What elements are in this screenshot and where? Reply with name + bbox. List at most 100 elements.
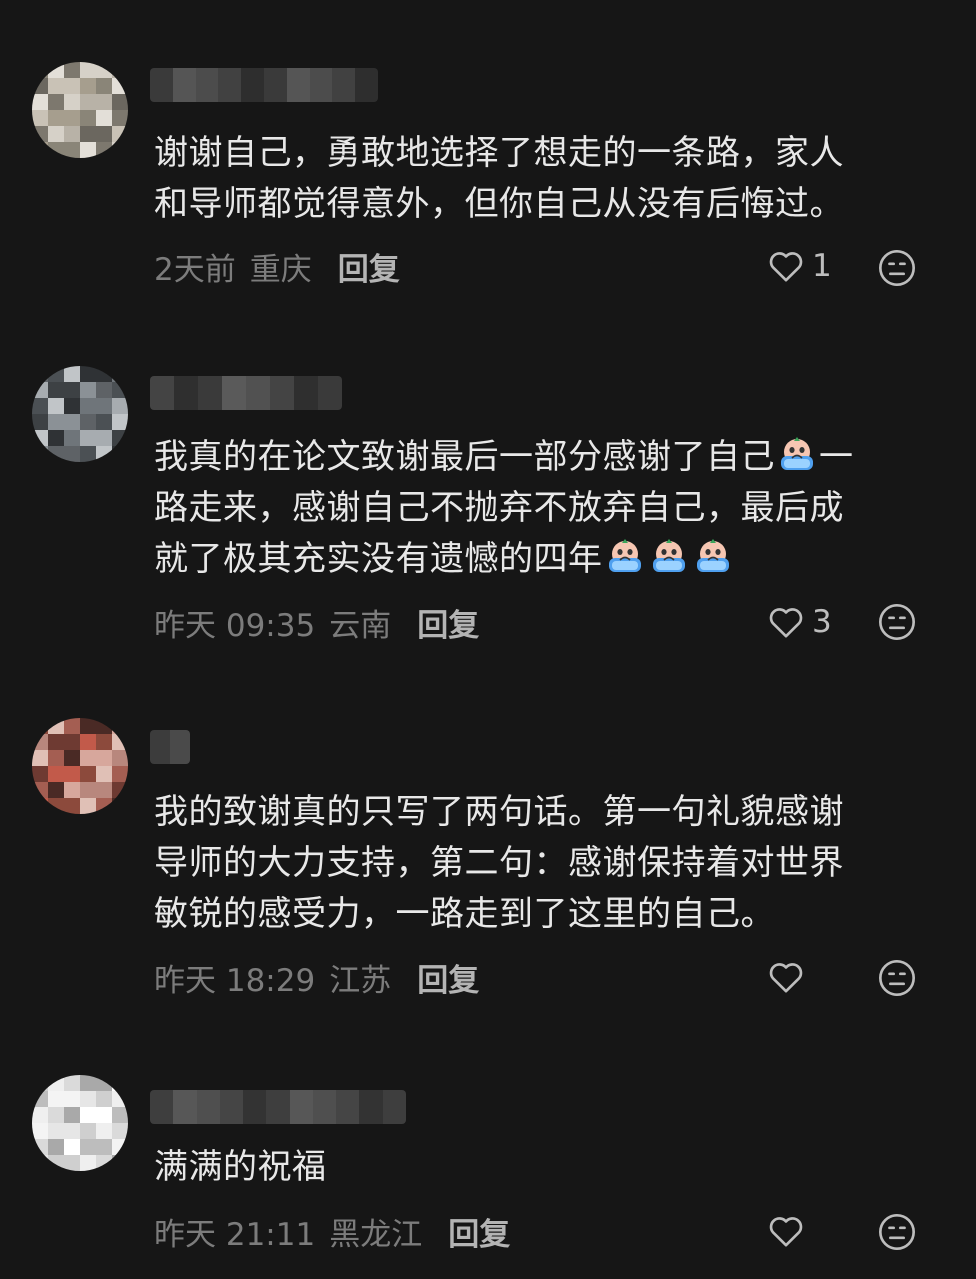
mosaic-cell [112, 382, 128, 398]
mosaic-cell [382, 1090, 406, 1124]
mosaic-cell [48, 718, 64, 734]
meh-face-icon[interactable] [877, 1212, 917, 1252]
mosaic-cell [32, 142, 48, 158]
mosaic-cell [48, 126, 64, 142]
mosaic-cell [96, 446, 112, 462]
mosaic-cell [64, 398, 80, 414]
mosaic-cell [64, 782, 80, 798]
mosaic-cell [80, 62, 96, 78]
mosaic-cell [112, 734, 128, 750]
mosaic-cell [312, 1090, 337, 1124]
mosaic-cell [32, 126, 48, 142]
crying-emoji [652, 539, 685, 572]
mosaic-cell [241, 68, 264, 102]
mosaic-cell [32, 734, 48, 750]
mosaic-cell [64, 1107, 80, 1123]
reply-button[interactable]: 回复 [338, 244, 400, 289]
mosaic-cell [80, 398, 96, 414]
mosaic-cell [80, 366, 96, 382]
comment-meta: 昨天 09:35 云南 回复 [154, 600, 479, 645]
mosaic-cell [48, 78, 64, 94]
reply-button[interactable]: 回复 [417, 600, 479, 645]
comment-time: 昨天 21:11 [154, 1216, 316, 1253]
mosaic-cell [48, 430, 64, 446]
mosaic-cell [80, 798, 96, 814]
comment-location: 黑龙江 [329, 1216, 423, 1253]
mosaic-cell [96, 798, 112, 814]
mosaic-cell [32, 430, 48, 446]
mosaic-cell [64, 734, 80, 750]
username-blurred[interactable] [150, 1090, 406, 1124]
like-button[interactable]: 1 [766, 244, 832, 288]
mosaic-cell [286, 68, 310, 102]
mosaic-cell [112, 1139, 128, 1155]
mosaic-cell [112, 1155, 128, 1171]
meh-face-icon[interactable] [877, 958, 917, 998]
mosaic-cell [336, 1090, 360, 1124]
username-blurred[interactable] [150, 376, 342, 410]
mosaic-cell [48, 62, 64, 78]
mosaic-cell [96, 734, 112, 750]
mosaic-cell [112, 766, 128, 782]
mosaic-cell [96, 750, 112, 766]
avatar[interactable] [32, 1075, 128, 1171]
mosaic-cell [64, 62, 80, 78]
mosaic-cell [64, 430, 80, 446]
mosaic-cell [80, 1139, 96, 1155]
heart-outline-icon [769, 963, 803, 993]
mosaic-cell [289, 1090, 313, 1124]
mosaic-cell [263, 68, 287, 102]
mosaic-cell [173, 1090, 197, 1124]
mosaic-cell [64, 1123, 80, 1139]
mosaic-cell [266, 1090, 290, 1124]
heart-outline-icon [769, 608, 803, 638]
meh-face-icon[interactable] [877, 602, 917, 642]
mosaic-cell [48, 1139, 64, 1155]
comment-meta: 昨天 18:29 江苏 回复 [154, 955, 479, 1000]
like-count: 1 [812, 248, 832, 284]
mosaic-cell [48, 110, 64, 126]
username-blurred[interactable] [150, 68, 378, 102]
mosaic-cell [80, 430, 96, 446]
reply-button[interactable]: 回复 [448, 1209, 510, 1254]
mosaic-cell [112, 142, 128, 158]
mosaic-cell [64, 1091, 80, 1107]
mosaic-cell [219, 1090, 244, 1124]
comment-text: 满满的祝福 [154, 1147, 327, 1187]
mosaic-cell [96, 62, 112, 78]
mosaic-cell [318, 376, 342, 410]
mosaic-cell [294, 376, 318, 410]
like-button[interactable] [766, 955, 812, 999]
mosaic-cell [80, 78, 96, 94]
username-blurred[interactable] [150, 730, 190, 764]
avatar[interactable] [32, 718, 128, 814]
mosaic-cell [64, 750, 80, 766]
like-button[interactable] [766, 1209, 812, 1253]
mosaic-cell [96, 398, 112, 414]
mosaic-cell [112, 782, 128, 798]
mosaic-cell [64, 78, 80, 94]
mosaic-cell [243, 1090, 267, 1124]
mosaic-cell [32, 782, 48, 798]
like-count: 3 [812, 604, 832, 640]
mosaic-cell [48, 94, 64, 110]
mosaic-cell [80, 1075, 96, 1091]
avatar[interactable] [32, 366, 128, 462]
mosaic-cell [96, 126, 112, 142]
mosaic-cell [48, 750, 64, 766]
comment-text: 谢谢自己，勇敢地选择了想走的一条路，家人 和导师都觉得意外，但你自己从没有后悔过… [154, 133, 844, 224]
mosaic-cell [96, 430, 112, 446]
mosaic-cell [48, 398, 64, 414]
heart-outline-icon [769, 252, 803, 282]
like-button[interactable]: 3 [766, 600, 832, 644]
reply-button[interactable]: 回复 [417, 955, 479, 1000]
mosaic-cell [64, 1139, 80, 1155]
meh-face-icon[interactable] [877, 248, 917, 288]
mosaic-cell [48, 1091, 64, 1107]
mosaic-cell [80, 766, 96, 782]
mosaic-cell [80, 94, 96, 110]
mosaic-cell [80, 782, 96, 798]
avatar[interactable] [32, 62, 128, 158]
mosaic-cell [48, 734, 64, 750]
mosaic-cell [80, 382, 96, 398]
